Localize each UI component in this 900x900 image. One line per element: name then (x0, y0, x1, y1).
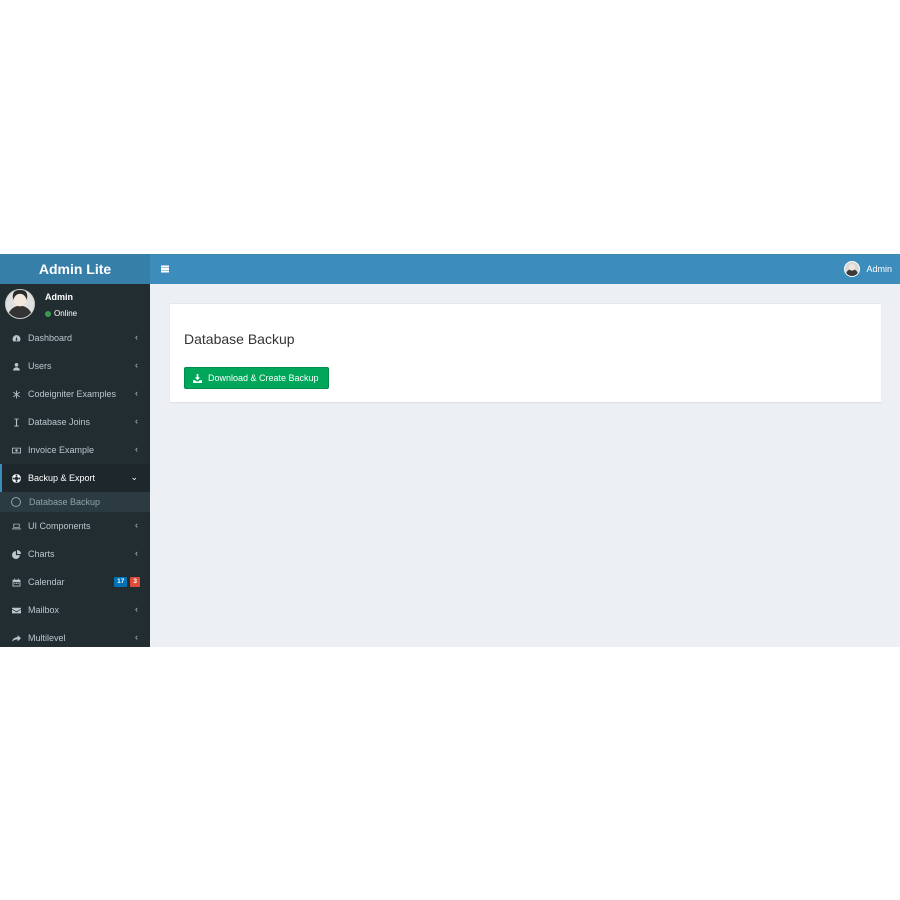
sidebar-item-backup-export[interactable]: Backup & Export ⌄ (0, 464, 150, 492)
sidebar-menu: Dashboard ‹ Users ‹ Codeigniter Examples… (0, 324, 150, 647)
sidebar-item-charts[interactable]: Charts ‹ (0, 540, 150, 568)
life-ring-icon (2, 473, 28, 483)
chevron-left-icon: ‹ (135, 632, 138, 642)
user-avatar-small (844, 261, 861, 277)
sidebar-item-mailbox[interactable]: Mailbox ‹ (0, 596, 150, 624)
dashboard-icon (2, 334, 28, 343)
sidebar-item-label: UI Components (28, 521, 91, 531)
sidebar-item-label: Codeigniter Examples (28, 389, 117, 399)
sidebar-item-label: Invoice Example (28, 445, 95, 455)
sidebar-item-label: Mailbox (28, 605, 60, 615)
sidebar-subitem-label: Database Backup (29, 497, 101, 507)
laptop-icon (2, 522, 28, 531)
chevron-left-icon: ‹ (135, 604, 138, 614)
user-icon (2, 362, 28, 371)
text-cursor-icon (2, 418, 28, 427)
page-title: Database Backup (184, 331, 295, 347)
snowflake-icon (2, 390, 28, 399)
sidebar-item-invoice-example[interactable]: Invoice Example ‹ (0, 436, 150, 464)
chevron-left-icon: ‹ (135, 416, 138, 426)
sidebar-item-label: Multilevel (28, 633, 66, 643)
sidebar-item-label: Database Joins (28, 417, 91, 427)
sidebar-item-label: Dashboard (28, 333, 73, 343)
sidebar-item-label: Charts (28, 549, 55, 559)
sidebar-item-label: Calendar (28, 577, 65, 587)
sidebar-item-users[interactable]: Users ‹ (0, 352, 150, 380)
chevron-left-icon: ‹ (135, 332, 138, 342)
header-user-name: Admin (866, 264, 892, 274)
chevron-down-icon: ⌄ (130, 472, 138, 482)
pie-chart-icon (2, 549, 28, 559)
status-badge: Online (45, 309, 77, 318)
download-backup-button[interactable]: Download & Create Backup (184, 367, 329, 389)
share-icon (2, 634, 28, 643)
download-backup-button-label: Download & Create Backup (208, 373, 319, 383)
online-dot-icon (45, 310, 51, 317)
user-menu[interactable]: Admin (844, 254, 892, 284)
chevron-left-icon: ‹ (135, 548, 138, 558)
hamburger-icon (161, 268, 169, 270)
sidebar-item-multilevel[interactable]: Multilevel ‹ (0, 624, 150, 647)
sidebar-subitem-database-backup[interactable]: Database Backup (0, 492, 150, 512)
app-logo[interactable]: Admin Lite (0, 254, 150, 284)
calendar-icon (2, 578, 28, 587)
user-panel: Admin Online (0, 284, 150, 324)
sidebar-user-name: Admin (45, 292, 73, 302)
money-icon (2, 446, 28, 455)
sidebar-item-calendar[interactable]: Calendar 17 3 (0, 568, 150, 596)
status-text: Online (54, 309, 78, 318)
sidebar-item-ui-components[interactable]: UI Components ‹ (0, 512, 150, 540)
chevron-left-icon: ‹ (135, 520, 138, 530)
avatar (5, 289, 35, 319)
badge-count-red: 3 (130, 577, 140, 587)
sidebar-item-codeigniter-examples[interactable]: Codeigniter Examples ‹ (0, 380, 150, 408)
sidebar-item-database-joins[interactable]: Database Joins ‹ (0, 408, 150, 436)
sidebar-item-dashboard[interactable]: Dashboard ‹ (0, 324, 150, 352)
badge-count-blue: 17 (114, 577, 128, 587)
envelope-icon (2, 606, 28, 615)
backup-box: Database Backup Download & Create Backup (170, 303, 881, 402)
calendar-badges: 17 3 (114, 577, 140, 587)
sidebar-item-label: Backup & Export (28, 473, 96, 483)
top-header: Admin Lite Admin (0, 254, 900, 284)
chevron-left-icon: ‹ (135, 388, 138, 398)
sidebar: Admin Online Dashboard ‹ Users ‹ Codeign… (0, 284, 150, 647)
sidebar-item-label: Users (28, 361, 52, 371)
app-window: Admin Lite Admin Admin Online Dashboard … (0, 254, 900, 647)
chevron-left-icon: ‹ (135, 360, 138, 370)
sidebar-toggle-button[interactable] (152, 254, 178, 284)
download-icon (193, 373, 202, 383)
chevron-left-icon: ‹ (135, 444, 138, 454)
circle-outline-icon (11, 497, 21, 507)
